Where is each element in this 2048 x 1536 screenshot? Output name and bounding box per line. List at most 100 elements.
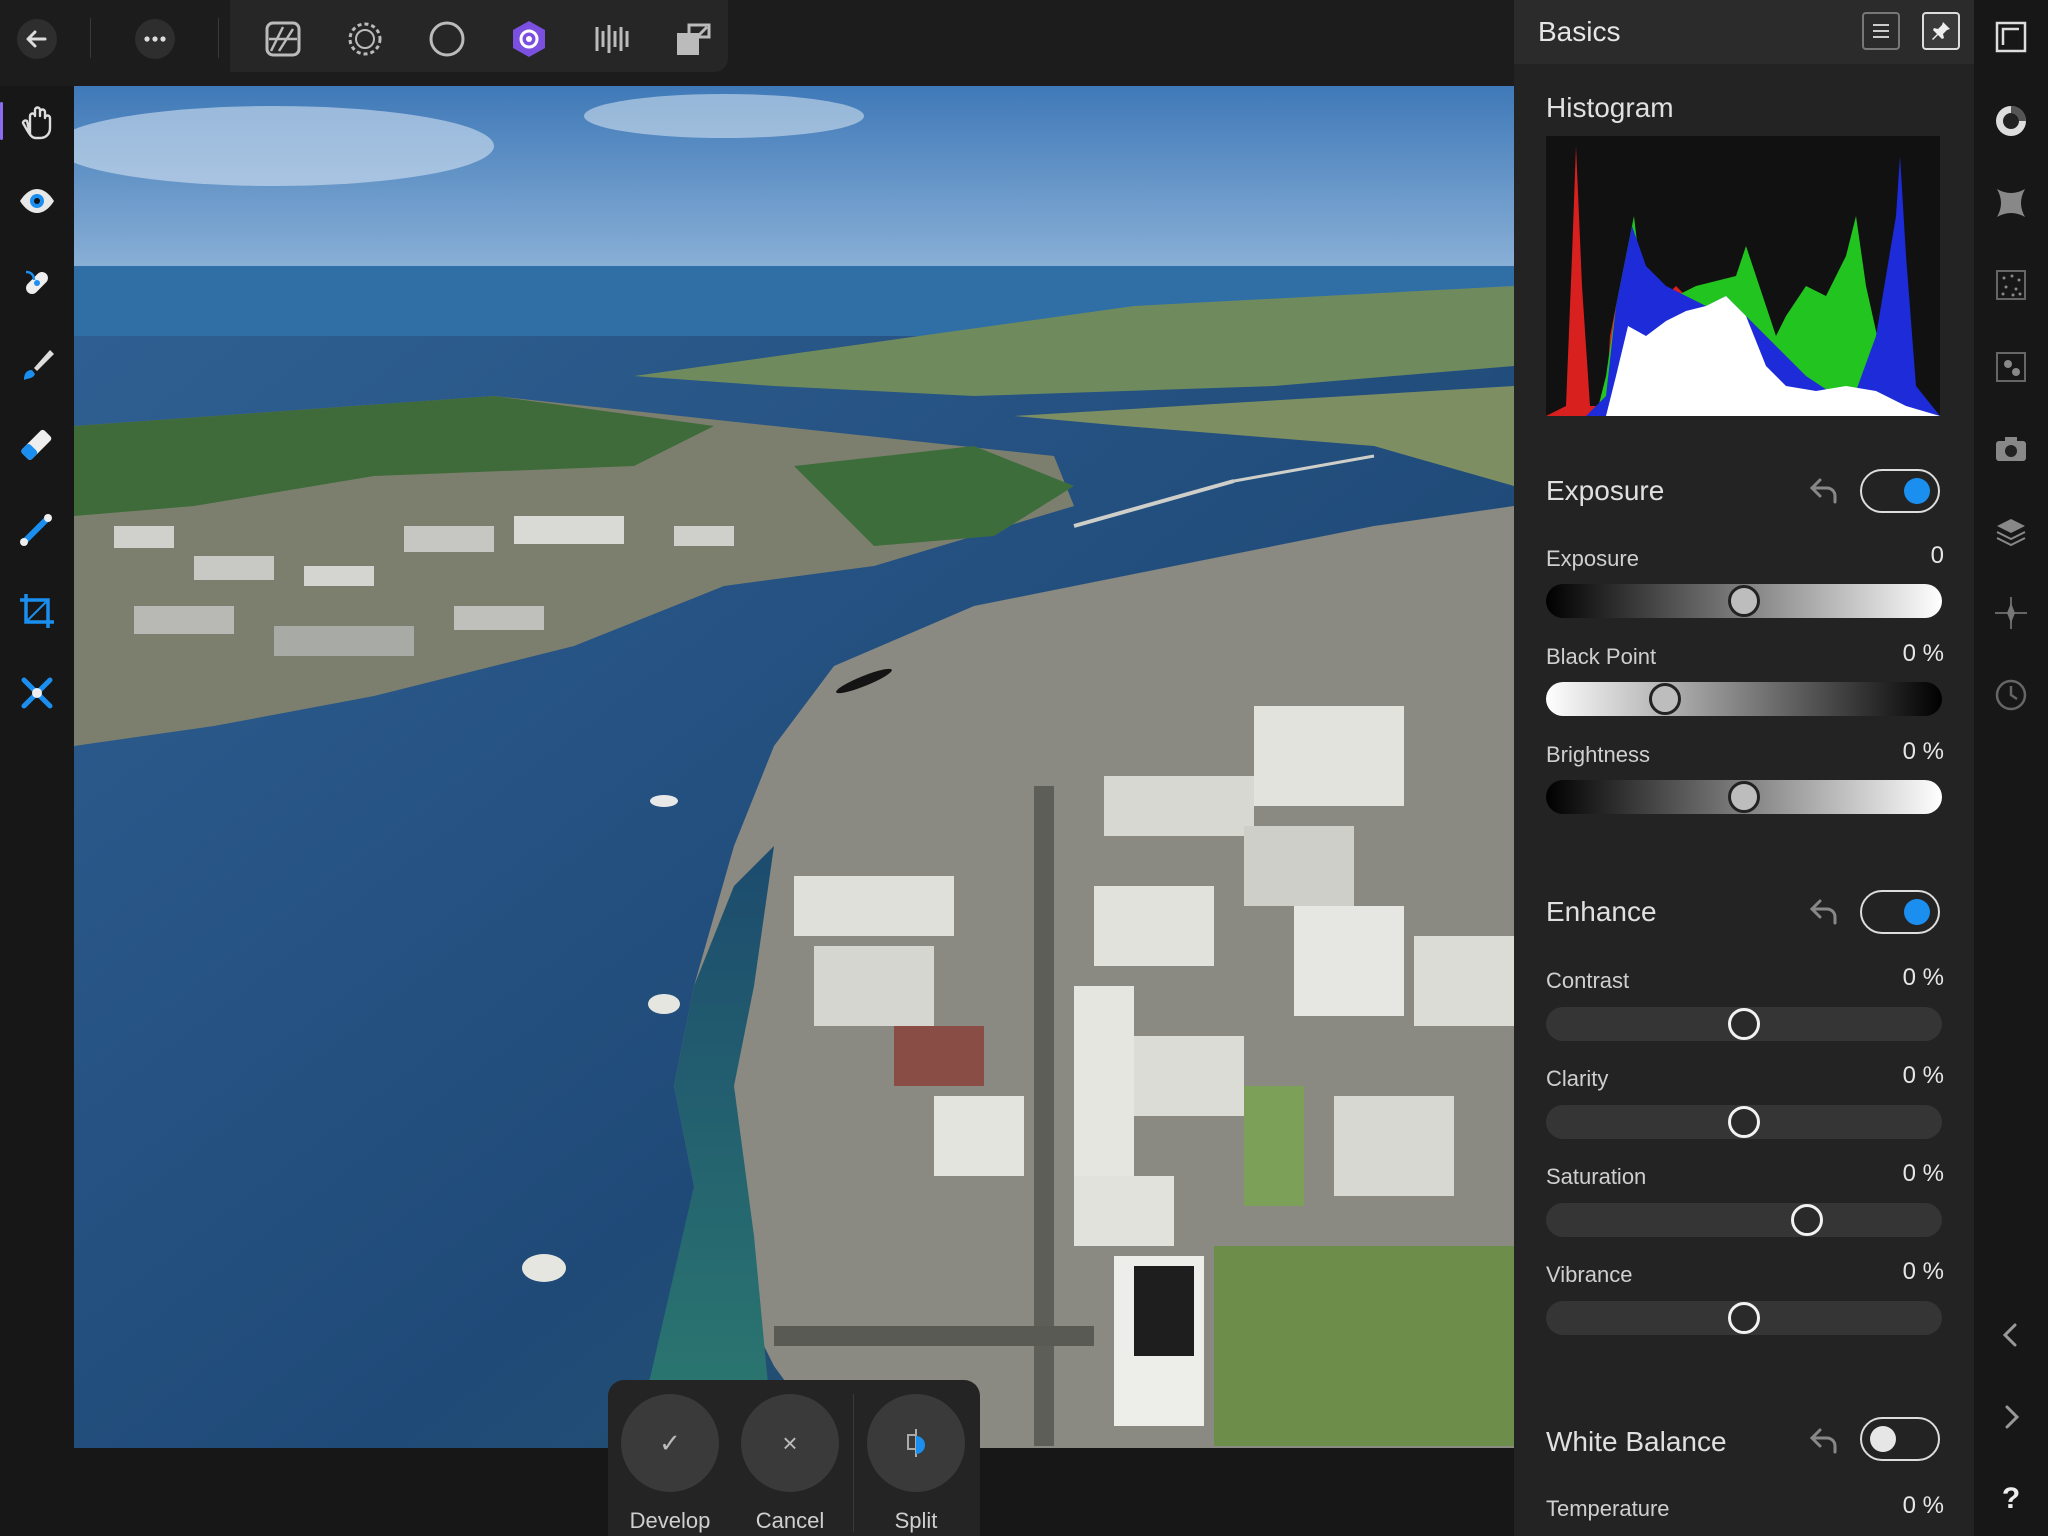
exposure-toggle[interactable] — [1860, 469, 1940, 513]
help-icon[interactable]: ? — [1986, 1474, 2036, 1524]
overlays-icon[interactable] — [1986, 588, 2036, 638]
pin-panel-button[interactable] — [1922, 12, 1960, 50]
slider-thumb[interactable] — [1648, 683, 1681, 715]
brightness-slider[interactable] — [1546, 780, 1942, 814]
layers-icon[interactable] — [1986, 506, 2036, 556]
cancel-button[interactable]: × — [741, 1394, 839, 1492]
clarity-label: Clarity — [1546, 1066, 1609, 1091]
expand-right-icon[interactable] — [1986, 1392, 2036, 1442]
vibrance-label: Vibrance — [1546, 1262, 1633, 1287]
histogram — [1546, 136, 1940, 416]
vibrance-slider[interactable] — [1546, 1301, 1942, 1335]
clarity-value: 0 % — [1902, 1062, 1944, 1089]
black-point-slider[interactable] — [1546, 682, 1942, 716]
brush-tool-icon[interactable] — [12, 340, 62, 390]
vibrance-value: 0 % — [1902, 1258, 1944, 1285]
lens-icon[interactable] — [1986, 424, 2036, 474]
split-button[interactable] — [867, 1394, 965, 1492]
action-divider — [853, 1394, 854, 1532]
toggle-knob — [1904, 478, 1930, 504]
crop-tool-icon[interactable] — [12, 586, 62, 636]
contrast-label: Contrast — [1546, 968, 1630, 993]
toggle-knob — [1904, 899, 1930, 925]
checkmark-icon: ✓ — [659, 1427, 681, 1458]
white-balance-section-title: White Balance — [1546, 1426, 1727, 1457]
develop-persona-icon[interactable] — [504, 14, 554, 64]
panel-header: Basics — [1514, 0, 1974, 64]
enhance-toggle[interactable] — [1860, 890, 1940, 934]
collapse-left-icon[interactable] — [1986, 1310, 2036, 1360]
exposure-label: Exposure — [1546, 546, 1639, 571]
list-icon — [1873, 24, 1889, 38]
clarity-slider[interactable] — [1546, 1105, 1942, 1139]
slider-thumb[interactable] — [1791, 1204, 1824, 1236]
gradient-tool-icon[interactable] — [12, 504, 62, 554]
studio-rail: ? — [1974, 0, 2048, 1536]
noise-icon[interactable] — [1986, 260, 2036, 310]
slider-thumb[interactable] — [1728, 1106, 1760, 1138]
scope-icon[interactable] — [1986, 96, 2036, 146]
vignette-icon[interactable] — [1986, 178, 2036, 228]
black-point-label: Black Point — [1546, 644, 1657, 669]
black-point-value: 0 % — [1902, 640, 1944, 667]
slider-thumb[interactable] — [1728, 781, 1760, 813]
exposure-value: 0 — [1930, 542, 1944, 569]
photo-persona-icon[interactable] — [258, 14, 308, 64]
back-arrow-icon[interactable] — [12, 14, 62, 64]
enhance-reset-icon[interactable] — [1804, 891, 1844, 931]
more-icon[interactable] — [130, 14, 180, 64]
cancel-label: Cancel — [755, 1508, 825, 1533]
toggle-knob — [1870, 1426, 1896, 1452]
contrast-value: 0 % — [1902, 964, 1944, 991]
photo-canvas[interactable] — [74, 86, 1514, 1448]
contrast-slider[interactable] — [1546, 1007, 1942, 1041]
exposure-reset-icon[interactable] — [1804, 470, 1844, 510]
history-icon[interactable] — [1986, 670, 2036, 720]
split-action[interactable]: Split — [866, 1394, 966, 1534]
slider-thumb[interactable] — [1728, 1008, 1760, 1040]
toolbar-divider — [90, 18, 91, 58]
panel-menu-button[interactable] — [1862, 12, 1900, 50]
liquify-persona-icon[interactable] — [340, 14, 390, 64]
red-eye-tool-icon[interactable] — [12, 668, 62, 718]
action-bar: ✓ Develop × Cancel Split — [608, 1380, 980, 1536]
top-toolbar — [0, 0, 1514, 86]
tools-panel — [0, 86, 74, 1536]
basics-panel: Basics Histogram Exposure Exposure 0 Bla… — [1514, 0, 1974, 1536]
brightness-label: Brightness — [1546, 742, 1650, 767]
eraser-tool-icon[interactable] — [12, 422, 62, 472]
histogram-title: Histogram — [1546, 92, 1674, 123]
enhance-section-title: Enhance — [1546, 896, 1657, 927]
document-persona-icon[interactable] — [668, 14, 718, 64]
slider-thumb[interactable] — [1728, 1302, 1760, 1334]
saturation-slider[interactable] — [1546, 1203, 1942, 1237]
develop-label: Develop — [629, 1508, 711, 1533]
exposure-section-title: Exposure — [1546, 475, 1665, 506]
develop-button[interactable]: ✓ — [621, 1394, 719, 1492]
white-balance-toggle[interactable] — [1860, 1417, 1940, 1461]
detail-icon[interactable] — [1986, 342, 2036, 392]
view-tool-icon[interactable] — [0, 96, 62, 146]
pin-icon — [1932, 22, 1950, 40]
panel-title: Basics — [1538, 16, 1621, 47]
temperature-label: Temperature — [1546, 1496, 1670, 1521]
split-label: Split — [894, 1508, 938, 1533]
split-view-icon — [907, 1429, 925, 1457]
eye-tool-icon[interactable] — [12, 176, 62, 226]
slider-thumb[interactable] — [1728, 585, 1760, 617]
white-balance-reset-icon[interactable] — [1804, 1420, 1844, 1460]
develop-action[interactable]: ✓ Develop — [620, 1394, 720, 1534]
full-screen-icon[interactable] — [1986, 12, 2036, 62]
toolbar-divider — [218, 18, 219, 58]
saturation-value: 0 % — [1902, 1160, 1944, 1187]
saturation-label: Saturation — [1546, 1164, 1647, 1189]
export-persona-icon[interactable] — [586, 14, 636, 64]
help-label: ? — [2001, 1482, 2021, 1515]
brightness-value: 0 % — [1902, 738, 1944, 765]
aerial-harbor-photo — [74, 86, 1514, 1448]
exposure-slider[interactable] — [1546, 584, 1942, 618]
cancel-action[interactable]: × Cancel — [740, 1394, 840, 1534]
temperature-value: 0 % — [1902, 1492, 1944, 1519]
tone-map-persona-icon[interactable] — [422, 14, 472, 64]
repair-tool-icon[interactable] — [12, 258, 62, 308]
